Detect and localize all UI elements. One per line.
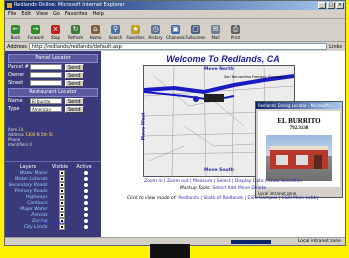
restaurant-type-row: Type American Send xyxy=(5,105,101,113)
parcel-locator-heading: Parcel Locator xyxy=(8,54,98,63)
menu-favorites[interactable]: Favorites xyxy=(65,10,88,18)
fullscreen-icon: ▢ xyxy=(191,25,200,34)
view-mode-links: Click to view mode of: Redlands | State … xyxy=(126,196,320,201)
restaurant-locator-heading: Restaurant Locator xyxy=(8,88,98,97)
layer-active-radio[interactable] xyxy=(84,177,89,181)
menu-go[interactable]: Go xyxy=(53,10,60,18)
fullscreen-button[interactable]: ▢ Fullscreen xyxy=(185,25,206,41)
print-button[interactable]: ⎙ Print xyxy=(227,25,244,41)
storefront-image xyxy=(270,146,328,169)
close-button[interactable]: × xyxy=(336,2,344,9)
restaurant-type-send-button[interactable]: Send xyxy=(65,105,84,113)
window-title: Redlands Online: Microsoft Internet Expl… xyxy=(14,2,125,8)
layers-header: Layers Visible Active xyxy=(5,161,101,170)
print-icon: ⎙ xyxy=(231,25,240,34)
move-south-link[interactable]: Move South xyxy=(204,168,234,173)
links-label[interactable]: Links xyxy=(329,44,345,50)
favorites-icon: ★ xyxy=(131,25,140,34)
home-button[interactable]: ⌂ Home xyxy=(87,25,104,41)
popup-title: Redlands Dining Locator - Microsoft I... xyxy=(256,102,342,109)
layer-active-radio[interactable] xyxy=(84,213,89,217)
mail-button[interactable]: ✉ Mail xyxy=(207,25,224,41)
popup-body: EL BURRITO 792.3138 xyxy=(258,111,340,187)
browser-icon xyxy=(7,3,12,8)
channels-button[interactable]: ▣ Channels xyxy=(166,25,185,41)
progress-bar xyxy=(231,240,271,244)
restaurant-photo xyxy=(266,135,332,181)
owner-input[interactable] xyxy=(30,72,62,78)
restaurant-phone: 792.3138 xyxy=(289,126,309,131)
forward-button[interactable]: → Forward xyxy=(27,25,44,41)
parcel-number-row: Parcel # Send xyxy=(5,63,101,71)
move-west-link[interactable]: Move West xyxy=(141,113,146,141)
refresh-button[interactable]: ↻ Refresh xyxy=(67,25,84,41)
page-content: Parcel Locator Parcel # Send Owner Send … xyxy=(5,51,345,238)
title-bar: Redlands Online: Microsoft Internet Expl… xyxy=(5,1,345,10)
menu-help[interactable]: Help xyxy=(92,10,103,18)
parcel-send-button[interactable]: Send xyxy=(65,63,84,71)
refresh-icon: ↻ xyxy=(71,25,80,34)
maximize-button[interactable]: □ xyxy=(327,2,335,9)
address-input[interactable]: http://redlands/redlands/default.asp xyxy=(28,43,328,50)
menu-file[interactable]: File xyxy=(8,10,16,18)
restaurant-name-send-button[interactable]: Send xyxy=(65,97,84,105)
owner-row: Owner Send xyxy=(5,71,101,79)
back-arrow-icon: ← xyxy=(11,25,20,34)
left-panel: Parcel Locator Parcel # Send Owner Send … xyxy=(5,51,101,238)
restaurant-type-select[interactable]: American xyxy=(30,106,62,112)
restaurant-name: EL BURRITO xyxy=(277,117,321,125)
channels-icon: ▣ xyxy=(171,25,180,34)
forward-arrow-icon: → xyxy=(31,25,40,34)
map-tools-links[interactable]: Zoom In | Zoom out | Measure | Select | … xyxy=(103,179,343,184)
browser-window: Redlands Online: Microsoft Internet Expl… xyxy=(4,0,346,246)
search-button[interactable]: ⚲ Search xyxy=(107,25,124,41)
page-title: Welcome To Redlands, CA xyxy=(166,54,280,64)
restaurant-name-select[interactable]: El burrito xyxy=(30,98,62,104)
restaurant-name-row: Name El burrito Send xyxy=(5,97,101,105)
street-label: San Bernardino Freeway (Freeway) xyxy=(224,75,285,79)
search-icon: ⚲ xyxy=(111,25,120,34)
layer-active-radio[interactable] xyxy=(84,195,89,199)
favorites-button[interactable]: ★ Favorites xyxy=(126,25,145,41)
markup-tools-links[interactable]: Select Add Move Delete xyxy=(212,186,266,191)
home-icon: ⌂ xyxy=(91,25,100,34)
main-panel: Welcome To Redlands, CA Move North Move … xyxy=(39,51,343,238)
back-button[interactable]: ← Back xyxy=(7,25,24,41)
history-button[interactable]: ◷ History xyxy=(147,25,164,41)
street-send-button[interactable]: Send xyxy=(65,79,84,87)
street-row: Street Send xyxy=(5,79,101,87)
owner-send-button[interactable]: Send xyxy=(65,71,84,79)
street-input[interactable] xyxy=(30,80,62,86)
layer-active-radio[interactable] xyxy=(84,201,89,205)
mail-icon: ✉ xyxy=(211,25,220,34)
menu-view[interactable]: View xyxy=(36,10,48,18)
minimize-button[interactable]: _ xyxy=(318,2,326,9)
history-icon: ◷ xyxy=(151,25,160,34)
menu-edit[interactable]: Edit xyxy=(21,10,31,18)
layer-active-radio[interactable] xyxy=(84,183,89,187)
stop-button[interactable]: × Stop xyxy=(47,25,64,41)
bottom-link[interactable]: Preventions xyxy=(39,221,139,226)
address-label: Address xyxy=(7,43,27,50)
toolbar: ← Back → Forward × Stop ↻ Refresh ⌂ Home ⚲ Sea… xyxy=(5,19,345,42)
stop-icon: × xyxy=(51,25,60,34)
menu-bar: File Edit View Go Favorites Help xyxy=(5,10,345,19)
identify-info: Item 14 Address 1300 N 5th St Phone Iden… xyxy=(8,127,53,147)
parcel-number-input[interactable] xyxy=(30,64,62,70)
view-mode-options[interactable]: Redlands | State of Redlands | ESRI Camp… xyxy=(178,196,319,201)
markup-tools: Markup Tools: Select Add Move Delete xyxy=(179,186,267,191)
move-north-link[interactable]: Move North xyxy=(204,67,234,72)
layer-active-radio[interactable] xyxy=(84,207,89,211)
layer-active-radio[interactable] xyxy=(84,189,89,193)
security-zone: Local intranet zone xyxy=(297,239,341,244)
layer-active-radio[interactable] xyxy=(84,171,89,175)
